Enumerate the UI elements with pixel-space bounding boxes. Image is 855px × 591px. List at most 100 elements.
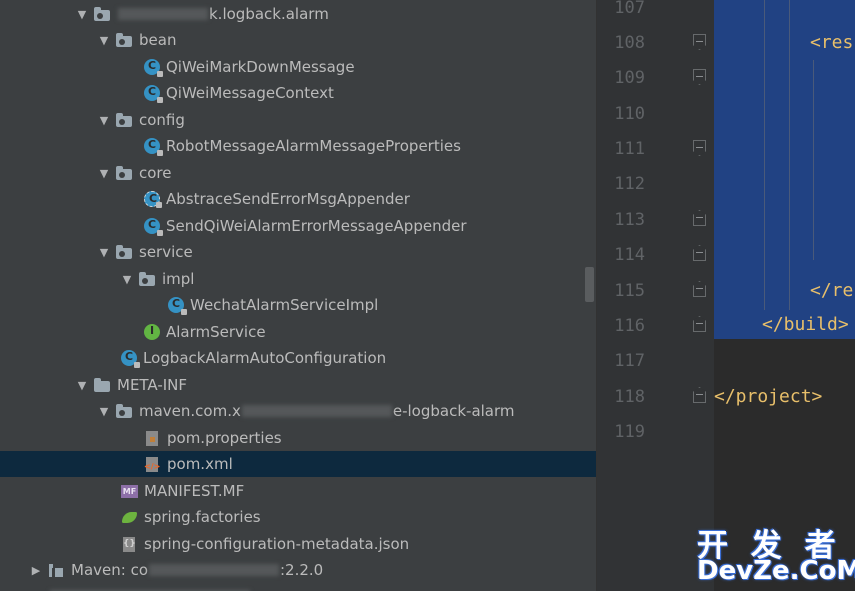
package-icon bbox=[116, 32, 133, 49]
class-icon bbox=[144, 218, 163, 236]
tree-row-label: k.logback.alarm bbox=[209, 5, 329, 23]
redacted-text bbox=[149, 564, 279, 576]
class-icon bbox=[144, 85, 163, 103]
package-icon bbox=[94, 6, 111, 23]
properties-file-icon bbox=[144, 430, 161, 447]
tree-row-label-end: e-logback-alarm bbox=[392, 402, 515, 420]
package-icon bbox=[116, 165, 133, 182]
class-icon bbox=[144, 59, 163, 77]
project-tree-panel: ▼ k.logback.alarm ▼ bean QiWeiMarkDownMe… bbox=[0, 0, 596, 591]
expand-arrow-icon[interactable]: ▼ bbox=[96, 405, 112, 418]
tree-row-class[interactable]: LogbackAlarmAutoConfiguration bbox=[0, 345, 596, 371]
tree-row-package-core[interactable]: ▼ core bbox=[0, 160, 596, 186]
tree-row-class[interactable]: WechatAlarmServiceImpl bbox=[0, 292, 596, 318]
code-line-115[interactable]: </re bbox=[810, 280, 853, 301]
package-icon bbox=[116, 403, 133, 420]
expand-arrow-icon[interactable]: ▼ bbox=[96, 246, 112, 259]
tree-row-folder-meta-inf[interactable]: ▼ META-INF bbox=[0, 372, 596, 398]
code-line-118[interactable]: </project> bbox=[714, 386, 822, 407]
tree-row-class[interactable]: SendQiWeiAlarmErrorMessageAppender bbox=[0, 213, 596, 239]
code-line-108[interactable]: <res bbox=[810, 32, 853, 53]
expand-arrow-icon[interactable]: ▼ bbox=[74, 379, 90, 392]
tree-row-file-pom-properties[interactable]: pom.properties bbox=[0, 425, 596, 451]
expand-arrow-icon[interactable]: ▼ bbox=[96, 34, 112, 47]
line-number: 107 bbox=[614, 0, 645, 18]
tree-scrollbar-thumb[interactable] bbox=[585, 267, 594, 302]
line-number: 119 bbox=[614, 422, 645, 442]
package-icon bbox=[116, 244, 133, 261]
redacted-text bbox=[118, 8, 208, 20]
tree-row-label: spring-configuration-metadata.json bbox=[144, 535, 410, 553]
class-icon bbox=[121, 350, 140, 368]
tree-row-label: core bbox=[139, 164, 172, 182]
tree-row-package-bean[interactable]: ▼ bean bbox=[0, 27, 596, 53]
line-number: 109 bbox=[614, 68, 645, 88]
tree-row-label: RobotMessageAlarmMessageProperties bbox=[166, 137, 461, 155]
tree-row-class[interactable]: RobotMessageAlarmMessageProperties bbox=[0, 133, 596, 159]
tree-row-interface[interactable]: AlarmService bbox=[0, 319, 596, 345]
tree-row-package-config[interactable]: ▼ config bbox=[0, 107, 596, 133]
tree-row-label: spring.factories bbox=[144, 508, 261, 526]
tree-row-label: maven.com.x bbox=[139, 402, 241, 420]
expand-arrow-icon[interactable]: ▼ bbox=[74, 8, 90, 21]
tree-row-label: config bbox=[139, 111, 185, 129]
tree-row-package-impl[interactable]: ▼ impl bbox=[0, 266, 596, 292]
tree-row-label: QiWeiMessageContext bbox=[166, 84, 334, 102]
json-file-icon bbox=[121, 536, 138, 553]
tree-row-label: QiWeiMarkDownMessage bbox=[166, 58, 355, 76]
folder-icon bbox=[94, 377, 111, 394]
tree-row-label: pom.xml bbox=[167, 455, 233, 473]
tree-row-label-end: :2.2.0 bbox=[280, 561, 324, 579]
line-number: 117 bbox=[614, 351, 645, 371]
line-number: 115 bbox=[614, 281, 645, 301]
code-line-116[interactable]: </build> bbox=[762, 314, 849, 335]
tree-row-label: META-INF bbox=[117, 376, 188, 394]
maven-library-icon bbox=[48, 562, 65, 579]
package-icon bbox=[139, 271, 156, 288]
spring-icon bbox=[121, 509, 138, 526]
xml-file-icon bbox=[144, 456, 161, 473]
tree-row-class[interactable]: QiWeiMarkDownMessage bbox=[0, 54, 596, 80]
class-icon bbox=[168, 297, 187, 315]
redacted-text bbox=[241, 405, 392, 417]
tree-row-label: Maven: co bbox=[71, 561, 148, 579]
line-number: 113 bbox=[614, 210, 645, 230]
indent-guide bbox=[813, 60, 814, 260]
tree-row-package[interactable]: ▼ k.logback.alarm bbox=[0, 1, 596, 27]
tree-row-file-spring-factories[interactable]: spring.factories bbox=[0, 504, 596, 530]
tree-row-package-service[interactable]: ▼ service bbox=[0, 239, 596, 265]
tree-row-file-manifest[interactable]: MANIFEST.MF bbox=[0, 478, 596, 504]
line-number: 118 bbox=[614, 387, 645, 407]
tree-row-maven-library[interactable]: ▶ Maven: co :2.2.0 bbox=[0, 557, 596, 583]
line-number: 114 bbox=[614, 245, 645, 265]
manifest-file-icon bbox=[121, 483, 138, 500]
line-number: 112 bbox=[614, 174, 645, 194]
tree-row-file-metadata-json[interactable]: spring-configuration-metadata.json bbox=[0, 531, 596, 557]
tree-row-label: bean bbox=[139, 31, 177, 49]
collapse-arrow-icon[interactable]: ▶ bbox=[28, 564, 44, 577]
line-number: 116 bbox=[614, 316, 645, 336]
line-number: 110 bbox=[614, 104, 645, 124]
tree-row-label: service bbox=[139, 243, 193, 261]
tree-row-label: AbstraceSendErrorMsgAppender bbox=[166, 190, 410, 208]
interface-icon bbox=[144, 324, 160, 340]
tree-row-class[interactable]: QiWeiMessageContext bbox=[0, 80, 596, 106]
tree-row-label: WechatAlarmServiceImpl bbox=[190, 296, 379, 314]
watermark-logo: DevZe.CoM bbox=[697, 556, 855, 586]
tree-row-label: AlarmService bbox=[166, 323, 266, 341]
tree-row-label: pom.properties bbox=[167, 429, 282, 447]
abstract-class-icon bbox=[144, 191, 162, 208]
expand-arrow-icon[interactable]: ▼ bbox=[96, 167, 112, 180]
class-icon bbox=[144, 138, 163, 156]
expand-arrow-icon[interactable]: ▼ bbox=[119, 273, 135, 286]
package-icon bbox=[116, 112, 133, 129]
tree-row-package-maven[interactable]: ▼ maven.com.x e-logback-alarm bbox=[0, 398, 596, 424]
tree-row-abstract-class[interactable]: AbstraceSendErrorMsgAppender bbox=[0, 186, 596, 212]
expand-arrow-icon[interactable]: ▼ bbox=[96, 114, 112, 127]
line-number: 108 bbox=[614, 33, 645, 53]
tree-row-label: MANIFEST.MF bbox=[144, 482, 245, 500]
tree-row-label: LogbackAlarmAutoConfiguration bbox=[143, 349, 387, 367]
tree-row-label: SendQiWeiAlarmErrorMessageAppender bbox=[166, 217, 467, 235]
tree-row-file-pom-xml[interactable]: pom.xml bbox=[0, 451, 596, 477]
line-number: 111 bbox=[614, 139, 645, 159]
